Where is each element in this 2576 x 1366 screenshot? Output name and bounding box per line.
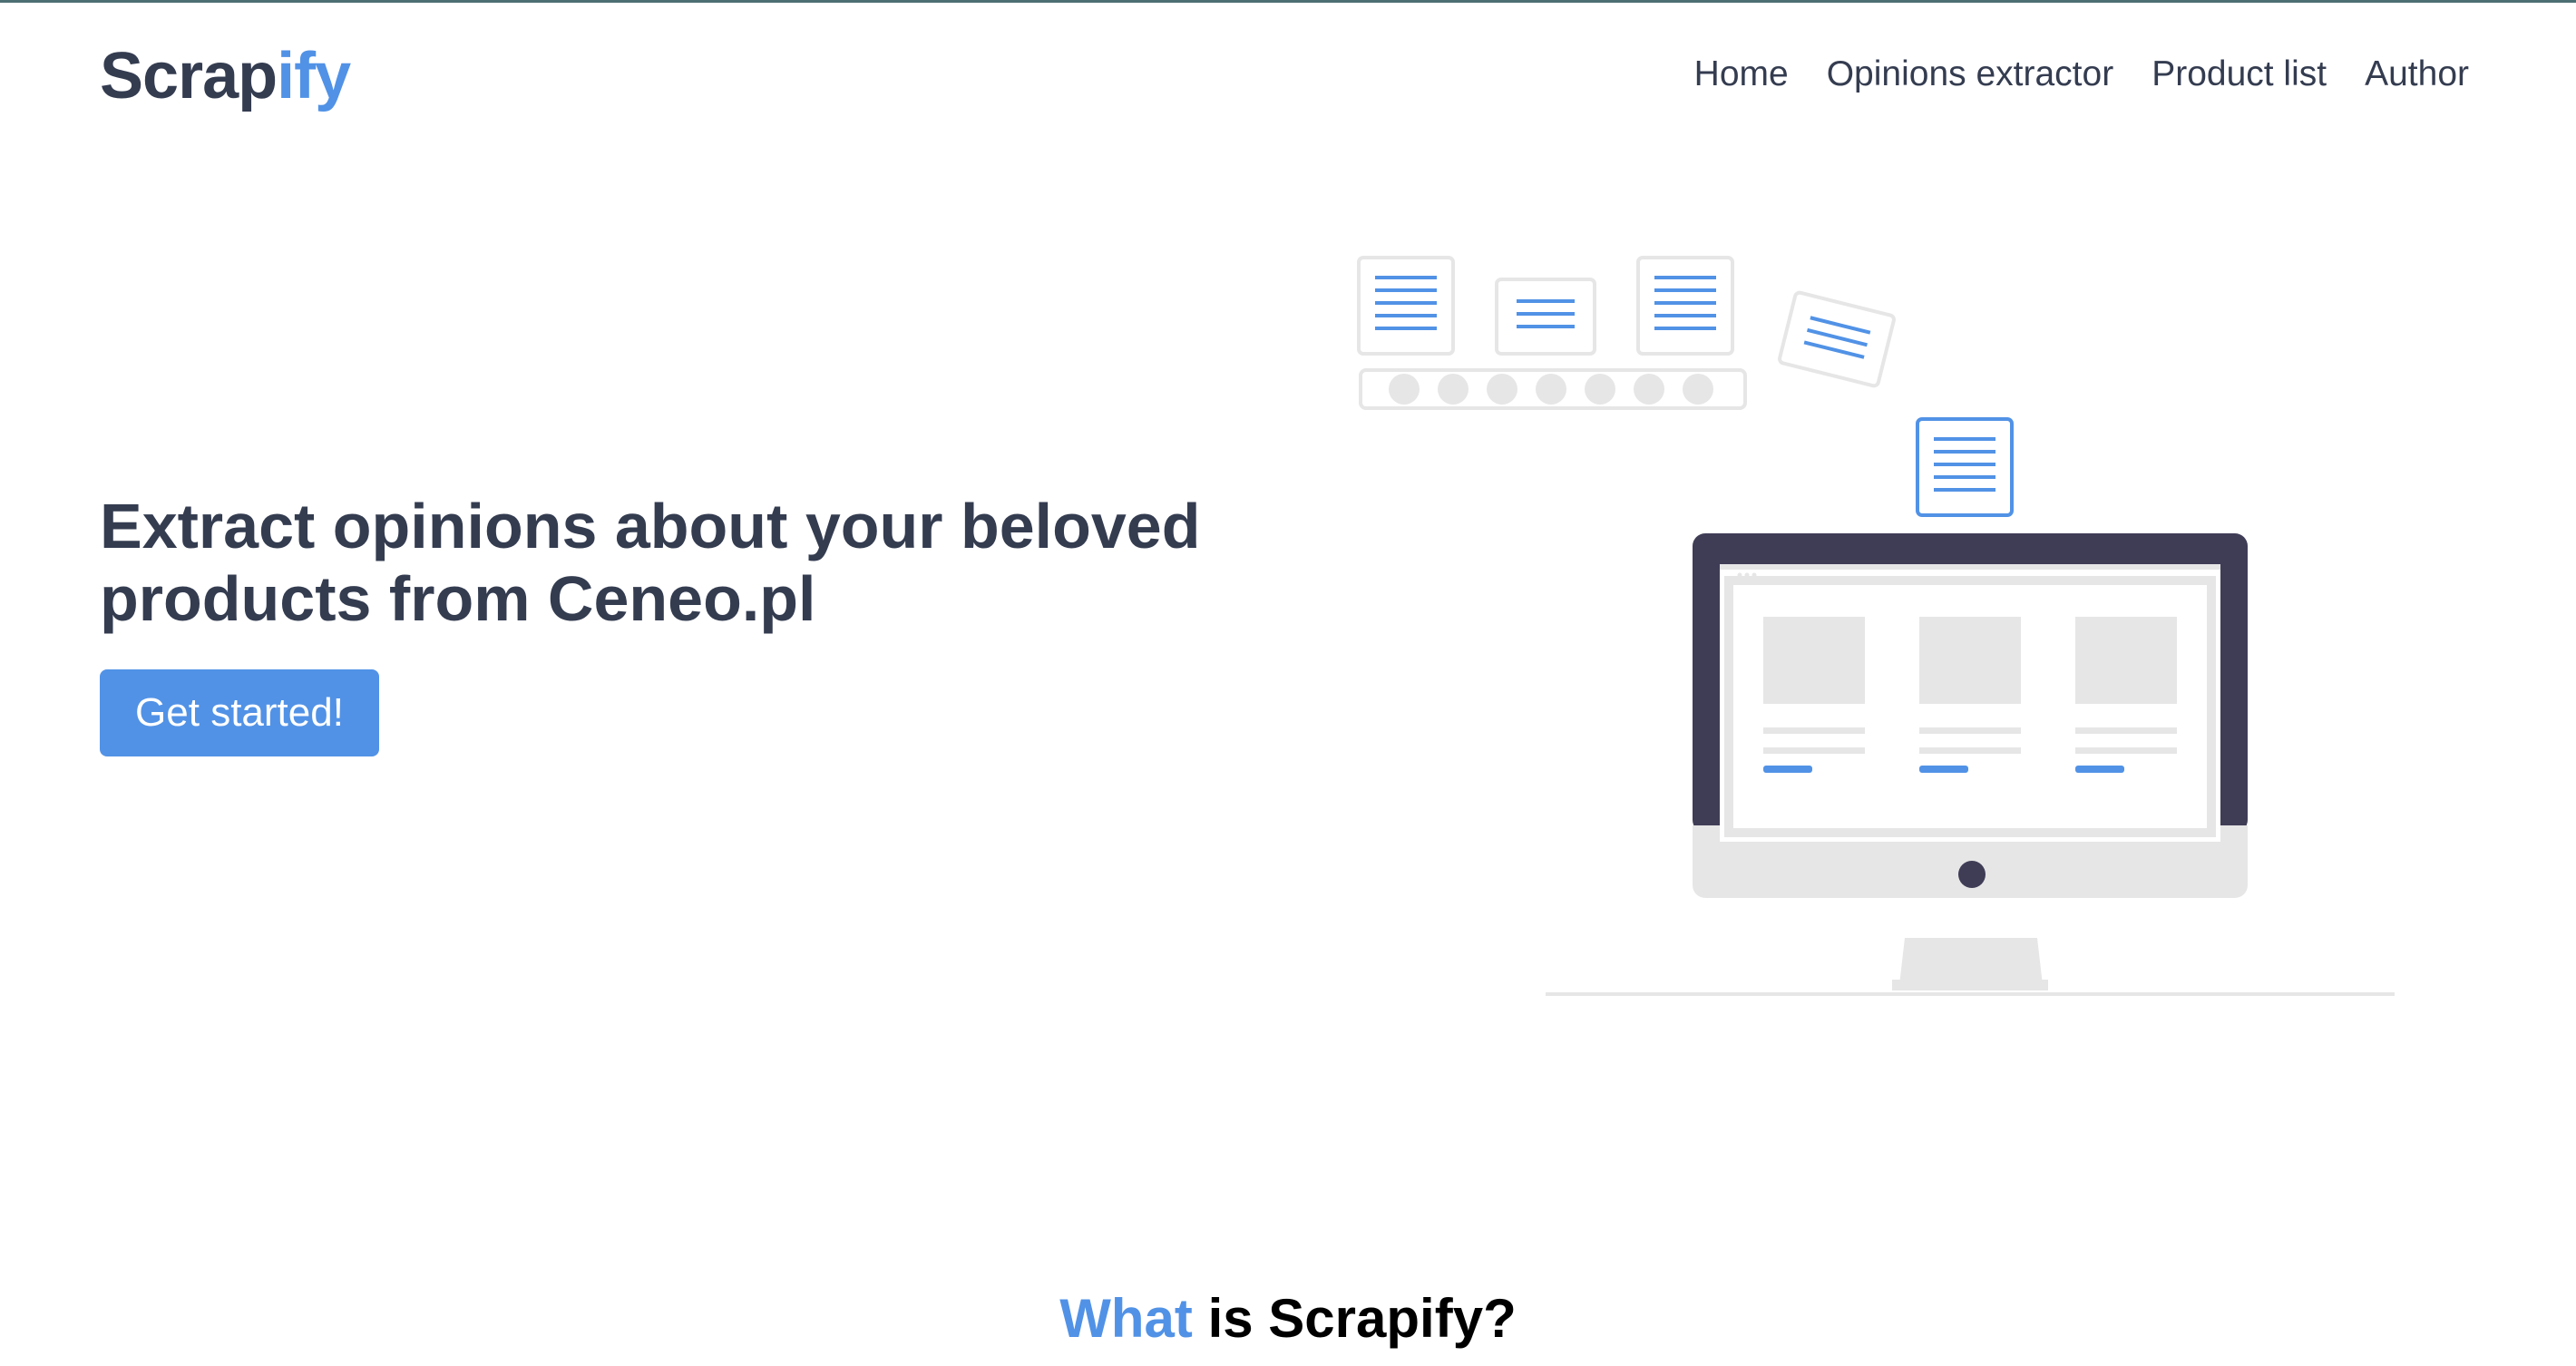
product-card-icon: [1763, 617, 1865, 773]
brand-logo-prefix: Scrap: [100, 40, 278, 112]
top-accent-line: [0, 0, 2576, 3]
document-icon: [1495, 278, 1596, 356]
brand-logo-accent: ify: [277, 40, 351, 112]
nav-product-list[interactable]: Product list: [2152, 47, 2327, 102]
product-card-icon: [1919, 617, 2021, 773]
incoming-document-icon: [1916, 417, 2014, 517]
monitor-icon: [1693, 533, 2248, 990]
hero-title: Extract opinions about your beloved prod…: [100, 491, 1201, 634]
document-icon: [1636, 256, 1734, 356]
section-title-rest: is Scrapify?: [1192, 1288, 1517, 1349]
conveyor-belt-icon: [1359, 368, 1747, 410]
section-title-accent: What: [1059, 1288, 1193, 1349]
section-title: What is Scrapify?: [0, 1279, 2576, 1359]
brand-logo[interactable]: Scrapify: [100, 33, 351, 120]
product-card-icon: [2075, 617, 2177, 773]
nav-home[interactable]: Home: [1694, 47, 1789, 102]
main-nav: Home Opinions extractor Product list Aut…: [1694, 47, 2469, 102]
hero-illustration: [1357, 256, 2395, 996]
ground-line: [1546, 992, 2395, 996]
nav-author[interactable]: Author: [2365, 47, 2469, 102]
falling-document-icon: [1778, 290, 1896, 388]
nav-opinions-extractor[interactable]: Opinions extractor: [1827, 47, 2113, 102]
get-started-button[interactable]: Get started!: [100, 669, 379, 756]
document-icon: [1357, 256, 1455, 356]
